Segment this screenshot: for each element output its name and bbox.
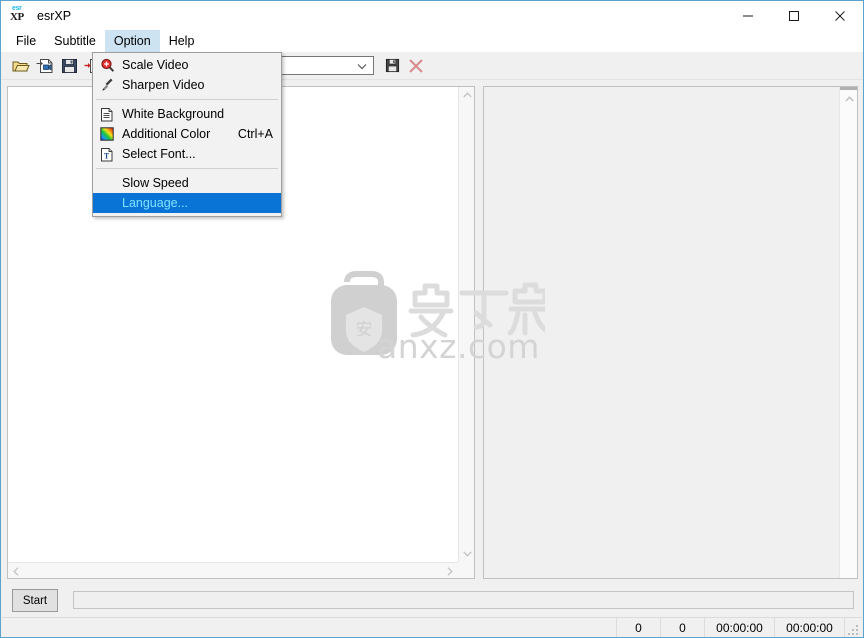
status-bar: 0 0 00:00:00 00:00:00 xyxy=(2,617,862,637)
white-background-icon xyxy=(97,105,117,123)
scroll-up-icon[interactable] xyxy=(459,87,474,103)
delete-preset-icon xyxy=(409,58,423,73)
start-button[interactable]: Start xyxy=(12,589,58,612)
scale-video-icon xyxy=(97,56,117,74)
toolbar-save-button[interactable] xyxy=(57,54,81,78)
open-video-icon xyxy=(36,58,53,73)
menu-item-label: Scale Video xyxy=(122,58,189,72)
menu-item-label: White Background xyxy=(122,107,225,121)
save-preset-icon xyxy=(385,58,399,73)
menu-item-label: Language... xyxy=(122,196,189,210)
maximize-button[interactable] xyxy=(771,1,817,30)
title-bar: esr XP esrXP xyxy=(1,1,863,30)
menu-separator xyxy=(96,99,278,100)
maximize-icon xyxy=(789,10,799,21)
window-title: esrXP xyxy=(37,8,72,23)
status-cell-time-1: 00:00:00 xyxy=(704,618,774,637)
app-icon-xp-text: XP xyxy=(10,10,24,23)
chevron-down-icon xyxy=(357,57,367,75)
subtitle-list-vertical-scrollbar[interactable] xyxy=(839,87,857,578)
menu-item-label: Additional Color xyxy=(122,127,211,141)
select-font-icon: T xyxy=(97,145,117,163)
close-icon xyxy=(835,10,845,21)
video-preview-vertical-scrollbar[interactable] xyxy=(458,87,474,562)
menu-item-language[interactable]: Language... xyxy=(93,193,281,213)
menu-item-white-background[interactable]: White Background xyxy=(93,104,281,124)
subtitle-list-panel[interactable] xyxy=(483,86,858,579)
menu-item-label: Sharpen Video xyxy=(122,78,205,92)
menu-option[interactable]: Option xyxy=(104,30,160,52)
status-message xyxy=(2,618,616,637)
application-window: esr XP esrXP File Subtitle Option Help 安… xyxy=(0,0,864,638)
minimize-button[interactable] xyxy=(725,1,771,30)
progress-bar xyxy=(73,591,854,609)
video-preview-horizontal-scrollbar[interactable] xyxy=(8,562,458,578)
scrollbar-track-top xyxy=(840,87,857,90)
bottom-bar: Start xyxy=(1,585,863,617)
status-cell-count-2: 0 xyxy=(660,618,704,637)
scroll-left-icon[interactable] xyxy=(8,563,24,578)
save-icon xyxy=(61,58,77,73)
toolbar-open-video-button[interactable] xyxy=(33,54,57,78)
menu-file[interactable]: File xyxy=(7,30,45,52)
menu-bar: File Subtitle Option Help xyxy=(1,30,863,52)
scroll-up-icon[interactable] xyxy=(840,91,857,107)
menu-item-label: Slow Speed xyxy=(122,176,189,190)
scrollbar-corner xyxy=(458,562,474,578)
toolbar-save-preset-button[interactable] xyxy=(380,54,404,78)
menu-item-scale-video[interactable]: Scale Video xyxy=(93,55,281,75)
menu-item-select-font[interactable]: T Select Font... xyxy=(93,144,281,164)
toolbar-delete-preset-button[interactable] xyxy=(404,54,428,78)
menu-item-additional-color[interactable]: Additional Color Ctrl+A xyxy=(93,124,281,144)
menu-help[interactable]: Help xyxy=(160,30,204,52)
close-button[interactable] xyxy=(817,1,863,30)
menu-item-slow-speed[interactable]: Slow Speed xyxy=(93,173,281,193)
minimize-icon xyxy=(743,15,753,16)
status-cell-time-2: 00:00:00 xyxy=(774,618,844,637)
menu-item-sharpen-video[interactable]: Sharpen Video xyxy=(93,75,281,95)
toolbar-open-folder-button[interactable] xyxy=(9,54,33,78)
menu-item-accel: Ctrl+A xyxy=(237,127,273,141)
scroll-down-icon[interactable] xyxy=(459,546,474,562)
subtitle-list-area[interactable] xyxy=(484,87,839,578)
additional-color-icon xyxy=(97,125,117,143)
option-dropdown-menu: Scale Video Sharpen Video White Backgrou… xyxy=(92,52,282,217)
svg-text:T: T xyxy=(104,151,110,160)
window-controls xyxy=(725,1,863,30)
sharpen-video-icon xyxy=(97,76,117,94)
resize-grip-icon[interactable] xyxy=(844,618,862,637)
menu-subtitle[interactable]: Subtitle xyxy=(45,30,105,52)
status-cell-count-1: 0 xyxy=(616,618,660,637)
menu-item-label: Select Font... xyxy=(122,147,196,161)
app-icon: esr XP xyxy=(10,5,30,26)
open-folder-icon xyxy=(12,61,30,71)
scroll-right-icon[interactable] xyxy=(442,563,458,578)
menu-separator xyxy=(96,168,278,169)
